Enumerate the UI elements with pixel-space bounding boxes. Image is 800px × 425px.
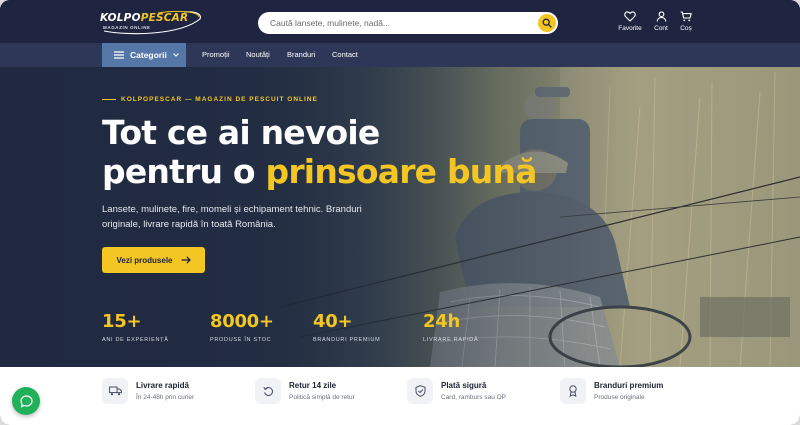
stat-label: ANI DE EXPERIENȚĂ — [102, 337, 169, 343]
cart-button[interactable]: Coș — [666, 11, 706, 32]
hero-eyebrow-text: KOLPOPESCAR — MAGAZIN DE PESCUIT ONLINE — [121, 96, 318, 103]
view-products-button[interactable]: Vezi produsele — [102, 247, 205, 273]
features-strip: Livrare rapidă În 24-48h prin curier Ret… — [0, 367, 800, 425]
nav-link-noutati[interactable]: Noutăți — [246, 43, 270, 67]
feature-title: Plată sigură — [441, 381, 487, 390]
site-header: KOLPOPESCAR MAGAZIN ONLINE Favorite — [0, 0, 800, 43]
nav-link-contact[interactable]: Contact — [332, 43, 358, 67]
stat-label: LIVRARE RAPIDĂ — [423, 337, 479, 343]
feature-desc: Politică simplă de retur — [289, 394, 355, 401]
hero-banner: KOLPOPESCAR — MAGAZIN DE PESCUIT ONLINE … — [0, 67, 800, 367]
main-nav: Categorii Promoții Noutăți Branduri Cont… — [0, 43, 800, 67]
logo-tagline: MAGAZIN ONLINE — [103, 25, 151, 30]
feature-icon-box — [255, 378, 281, 404]
feature-title: Branduri premium — [594, 381, 664, 390]
stat-value: 15+ — [102, 311, 142, 332]
cart-icon — [680, 11, 692, 22]
view-products-label: Vezi produsele — [116, 255, 173, 265]
stat-label: BRANDURI PREMIUM — [313, 337, 381, 343]
nav-link-promotii[interactable]: Promoții — [202, 43, 230, 67]
cart-label: Coș — [680, 25, 692, 32]
return-icon — [262, 386, 273, 396]
feature-title: Retur 14 zile — [289, 381, 337, 390]
feature-desc: Produse originale — [594, 394, 645, 401]
hero-eyebrow: KOLPOPESCAR — MAGAZIN DE PESCUIT ONLINE — [102, 96, 318, 103]
feature-icon-box — [102, 378, 128, 404]
heart-icon — [624, 11, 636, 22]
shield-check-icon — [415, 385, 425, 397]
chat-button[interactable] — [12, 387, 40, 415]
feature-desc: Card, ramburs sau OP — [441, 394, 507, 401]
stat-delivery: 24h LIVRARE RAPIDĂ — [423, 311, 478, 343]
headline-line-1: Tot ce ai nevoie — [102, 113, 380, 152]
feature-icon-box — [560, 378, 586, 404]
stat-products: 8000+ PRODUSE ÎN STOC — [210, 311, 274, 343]
stat-label: PRODUSE ÎN STOC — [210, 337, 272, 343]
feature-desc: În 24-48h prin curier — [136, 394, 195, 401]
site-logo[interactable]: KOLPOPESCAR MAGAZIN ONLINE — [100, 9, 202, 35]
stat-experience: 15+ ANI DE EXPERIENȚĂ — [102, 311, 169, 343]
search-bar — [258, 12, 558, 34]
categories-label: Categorii — [130, 50, 167, 60]
logo-wordmark: KOLPOPESCAR — [100, 12, 188, 24]
headline-accent: prinsoare bună — [265, 152, 538, 191]
logo-wordmark-main: KOLPO — [100, 12, 141, 24]
search-icon — [542, 18, 552, 28]
hero-headline: Tot ce ai nevoie pentru o prinsoare bună — [102, 113, 562, 191]
feature-icon-box — [407, 378, 433, 404]
stat-value: 24h — [423, 311, 460, 332]
stat-value: 40+ — [313, 311, 353, 332]
search-button[interactable] — [538, 14, 556, 32]
feature-title: Livrare rapidă — [136, 381, 189, 390]
headline-line-2: pentru o — [102, 152, 256, 191]
page: KOLPOPESCAR MAGAZIN ONLINE Favorite — [0, 0, 800, 425]
search-input[interactable] — [270, 12, 530, 34]
truck-icon — [108, 386, 122, 396]
logo-wordmark-accent: PESCAR — [140, 12, 189, 24]
categories-button[interactable]: Categorii — [102, 43, 186, 67]
chat-bubble-icon — [19, 394, 33, 407]
stat-value: 8000+ — [210, 311, 274, 332]
stat-brands: 40+ BRANDURI PREMIUM — [313, 311, 380, 343]
hero-subtitle: Lansete, mulinete, fire, momeli și echip… — [102, 204, 362, 230]
chevron-down-icon — [172, 53, 179, 57]
badge-icon — [569, 385, 577, 397]
user-icon — [656, 11, 666, 22]
arrow-right-icon — [181, 256, 191, 264]
nav-link-branduri[interactable]: Branduri — [287, 43, 315, 67]
eyebrow-line — [102, 99, 116, 100]
menu-icon — [114, 51, 124, 59]
